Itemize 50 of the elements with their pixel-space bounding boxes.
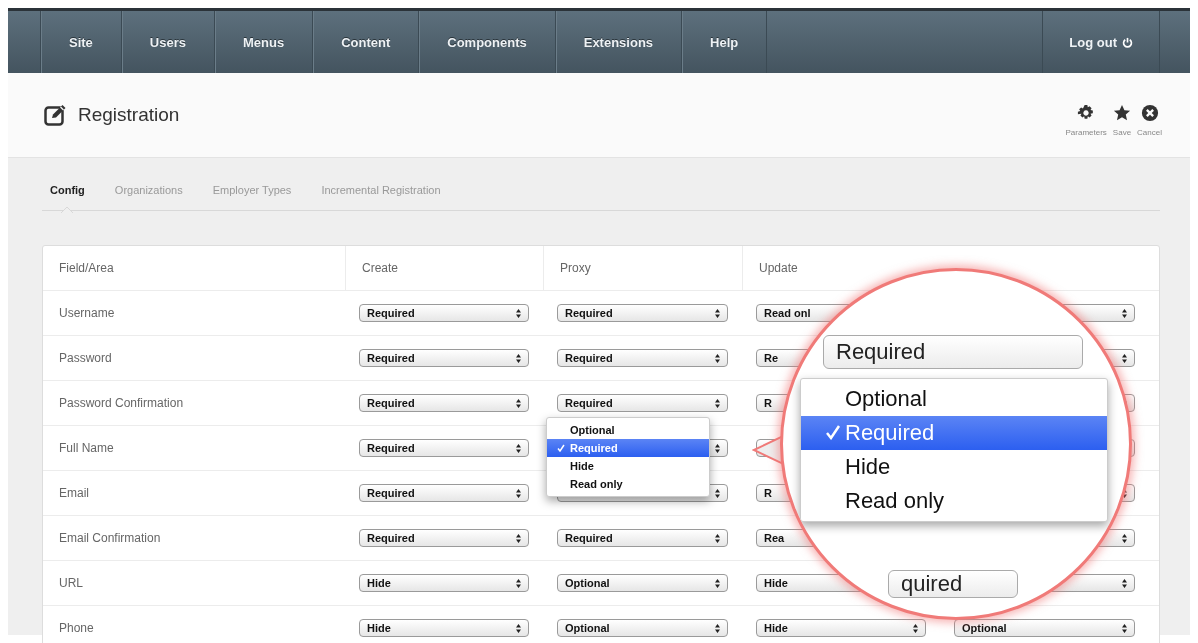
menu-option[interactable]: Read only [801, 484, 1107, 518]
tab[interactable]: Config [50, 184, 85, 196]
power-icon [1122, 36, 1133, 48]
menu-option[interactable]: Hide [547, 457, 709, 475]
menu-option[interactable]: Required [547, 439, 709, 457]
select-field[interactable]: Optional [954, 619, 1135, 637]
star-icon [1112, 103, 1131, 122]
field-label: Full Name [59, 441, 114, 455]
column-header: Field/Area [59, 261, 114, 275]
menu-option[interactable]: Optional [801, 382, 1107, 416]
field-label: Password Confirmation [59, 396, 184, 410]
cancel-icon [1140, 103, 1159, 122]
select-field[interactable]: Hide [359, 574, 529, 592]
select-field[interactable]: Required [557, 394, 728, 412]
zoomed-select-field: quired [888, 570, 1018, 598]
toolbar-button[interactable]: Parameters [1065, 103, 1107, 137]
column-header: Update [759, 261, 798, 275]
select-field[interactable]: Required [359, 439, 529, 457]
field-label: Email Confirmation [59, 531, 161, 545]
field-label: Password [59, 351, 112, 365]
menu-option[interactable]: Optional [547, 421, 709, 439]
field-label: Phone [59, 621, 94, 635]
check-icon [825, 424, 841, 440]
select-field[interactable]: Required [359, 349, 529, 367]
check-icon [557, 444, 565, 452]
zoomed-select-field: Required [823, 335, 1083, 369]
field-label: Email [59, 486, 89, 500]
menu-option[interactable]: Required [801, 416, 1107, 450]
select-field[interactable]: Required [359, 394, 529, 412]
field-label: URL [59, 576, 83, 590]
select-field[interactable]: Required [359, 529, 529, 547]
column-header: Proxy [560, 261, 591, 275]
toolbar-button[interactable]: Cancel [1137, 103, 1162, 137]
gear-icon [1077, 103, 1096, 122]
select-field[interactable]: Optional [557, 619, 728, 637]
select-field[interactable]: Required [359, 304, 529, 322]
select-field[interactable]: Optional [557, 574, 728, 592]
menu-option[interactable]: Read only [547, 475, 709, 493]
select-field[interactable]: Required [359, 484, 529, 502]
toolbar-button[interactable]: Save [1112, 103, 1132, 137]
select-field[interactable]: Hide [359, 619, 529, 637]
menu-option[interactable]: Hide [801, 450, 1107, 484]
column-header: Create [362, 261, 399, 275]
page-title: Registration [78, 104, 180, 126]
field-label: Username [59, 306, 115, 320]
select-field[interactable]: Required [557, 349, 728, 367]
edit-icon [44, 104, 68, 126]
select-field[interactable]: Required [557, 529, 728, 547]
select-field[interactable]: Required [557, 304, 728, 322]
select-field[interactable]: Hide [756, 619, 926, 637]
